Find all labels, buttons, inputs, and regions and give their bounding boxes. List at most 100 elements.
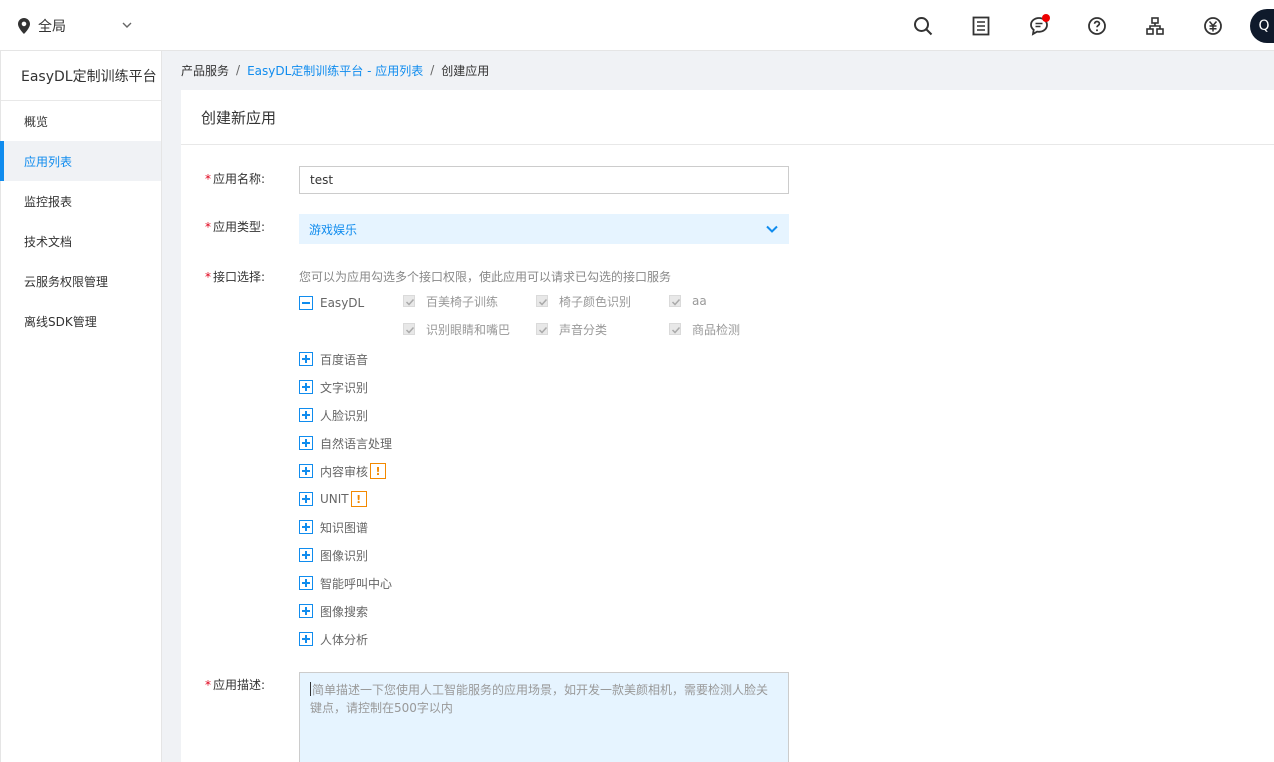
app-type-label: * 应用类型: xyxy=(205,218,265,235)
tree-group: 自然语言处理 xyxy=(299,435,392,451)
expand-icon[interactable] xyxy=(299,408,313,422)
sidebar-item-permissions[interactable]: 云服务权限管理 xyxy=(1,261,161,301)
platform-brand: EasyDL定制训练平台 xyxy=(1,51,161,101)
app-name-label: * 应用名称: xyxy=(205,170,265,187)
region-label: 全局 xyxy=(38,19,66,35)
checkmark-icon xyxy=(536,295,548,307)
api-checkbox-label: 声音分类 xyxy=(559,322,608,337)
sidebar-item-docs[interactable]: 技术文档 xyxy=(1,221,161,261)
tree-group-label: 文字识别 xyxy=(320,380,369,395)
api-select-label: * 接口选择: xyxy=(205,268,265,285)
tree-group-label: 智能呼叫中心 xyxy=(320,576,393,591)
text-cursor xyxy=(310,682,311,696)
app-type-label-text: 应用类型: xyxy=(213,220,266,234)
sidebar-item-overview[interactable]: 概览 xyxy=(1,101,161,141)
collapse-icon[interactable] xyxy=(299,296,313,310)
expand-icon[interactable] xyxy=(299,520,313,534)
tree-group-label: 百度语音 xyxy=(320,352,369,367)
help-icon[interactable] xyxy=(1068,0,1126,51)
required-mark: * xyxy=(205,220,211,234)
checkmark-icon xyxy=(403,323,415,335)
sidebar-item-offline-sdk[interactable]: 离线SDK管理 xyxy=(1,301,161,341)
breadcrumb-root: 产品服务 xyxy=(181,63,230,78)
tree-group: 人体分析 xyxy=(299,631,368,647)
expand-icon[interactable] xyxy=(299,576,313,590)
search-icon[interactable] xyxy=(894,0,952,51)
expand-icon[interactable] xyxy=(299,548,313,562)
tree-group-label: 人体分析 xyxy=(320,632,369,647)
api-select-label-text: 接口选择: xyxy=(213,270,266,284)
breadcrumb: 产品服务 / EasyDL定制训练平台 - 应用列表 / 创建应用 xyxy=(181,60,489,80)
sidebar: EasyDL定制训练平台 概览 应用列表 监控报表 技术文档 云服务权限管理 离… xyxy=(0,51,162,762)
api-checkbox[interactable]: aa xyxy=(669,293,707,309)
chevron-down-icon xyxy=(765,222,779,239)
app-desc-label-text: 应用描述: xyxy=(213,678,266,692)
region-selector[interactable]: 全局 xyxy=(16,14,134,38)
app-type-value: 游戏娱乐 xyxy=(309,222,358,237)
tree-group-label: UNIT xyxy=(320,492,349,506)
tree-group: 知识图谱 xyxy=(299,519,368,535)
api-checkbox[interactable]: 百美椅子训练 xyxy=(403,293,498,309)
document-list-icon[interactable] xyxy=(952,0,1010,51)
tree-group: 图像搜索 xyxy=(299,603,368,619)
api-checkbox[interactable]: 椅子颜色识别 xyxy=(536,293,631,309)
tree-group: 人脸识别 xyxy=(299,407,368,423)
tree-group-label: EasyDL xyxy=(320,296,365,310)
sidebar-item-monitoring[interactable]: 监控报表 xyxy=(1,181,161,221)
app-name-value: test xyxy=(310,173,334,187)
app-name-input[interactable]: test xyxy=(299,166,789,194)
expand-icon[interactable] xyxy=(299,492,313,506)
tree-group-label: 图像搜索 xyxy=(320,604,369,619)
api-checkbox-label: aa xyxy=(692,294,707,308)
breadcrumb-separator: / xyxy=(430,63,435,77)
tree-group: 内容审核 ! xyxy=(299,463,387,479)
expand-icon[interactable] xyxy=(299,380,313,394)
user-avatar[interactable]: Q xyxy=(1250,8,1274,43)
notification-dot xyxy=(1042,14,1050,22)
create-app-panel: 创建新应用 * 应用名称: test * 应用类型: 游戏娱乐 * 接口选择: 您可以… xyxy=(181,90,1274,762)
top-bar: 全局 Q xyxy=(0,0,1274,51)
tree-group-easydl: EasyDL xyxy=(299,295,364,311)
expand-icon[interactable] xyxy=(299,604,313,618)
tree-group-label: 人脸识别 xyxy=(320,408,369,423)
tree-group: UNIT ! xyxy=(299,491,367,507)
currency-icon[interactable] xyxy=(1184,0,1242,51)
api-hint: 您可以为应用勾选多个接口权限，使此应用可以请求已勾选的接口服务 xyxy=(299,270,672,284)
message-icon[interactable] xyxy=(1010,0,1068,51)
tree-group: 百度语音 xyxy=(299,351,368,367)
api-checkbox[interactable]: 声音分类 xyxy=(536,321,607,337)
sidebar-item-app-list[interactable]: 应用列表 xyxy=(0,141,161,181)
app-desc-label: * 应用描述: xyxy=(205,676,265,693)
expand-icon[interactable] xyxy=(299,352,313,366)
tree-group: 图像识别 xyxy=(299,547,368,563)
api-checkbox-label: 商品检测 xyxy=(692,322,741,337)
api-checkbox-label: 百美椅子训练 xyxy=(426,294,499,309)
expand-icon[interactable] xyxy=(299,632,313,646)
expand-icon[interactable] xyxy=(299,464,313,478)
required-mark: * xyxy=(205,172,211,186)
warning-icon: ! xyxy=(370,463,387,479)
tree-group-label: 知识图谱 xyxy=(320,520,369,535)
tree-group-label: 自然语言处理 xyxy=(320,436,393,451)
breadcrumb-app-list-link[interactable]: EasyDL定制训练平台 - 应用列表 xyxy=(247,62,423,79)
location-pin-icon xyxy=(16,16,32,36)
org-structure-icon[interactable] xyxy=(1126,0,1184,51)
tree-group-label: 图像识别 xyxy=(320,548,369,563)
breadcrumb-current: 创建应用 xyxy=(441,63,490,78)
app-type-select[interactable]: 游戏娱乐 xyxy=(299,214,789,244)
expand-icon[interactable] xyxy=(299,436,313,450)
checkmark-icon xyxy=(403,295,415,307)
tree-group-label: 内容审核 xyxy=(320,464,369,479)
required-mark: * xyxy=(205,678,211,692)
page-title: 创建新应用 xyxy=(181,90,1274,145)
api-checkbox-label: 识别眼睛和嘴巴 xyxy=(426,322,511,337)
checkmark-icon xyxy=(536,323,548,335)
breadcrumb-separator: / xyxy=(236,63,241,77)
app-name-label-text: 应用名称: xyxy=(213,172,266,186)
api-checkbox[interactable]: 识别眼睛和嘴巴 xyxy=(403,321,510,337)
checkmark-icon xyxy=(669,323,681,335)
api-checkbox[interactable]: 商品检测 xyxy=(669,321,740,337)
app-desc-textarea[interactable]: 简单描述一下您使用人工智能服务的应用场景，如开发一款美颜相机，需要检测人脸关键点… xyxy=(299,672,789,762)
checkmark-icon xyxy=(669,295,681,307)
top-icon-group: Q xyxy=(894,0,1274,51)
